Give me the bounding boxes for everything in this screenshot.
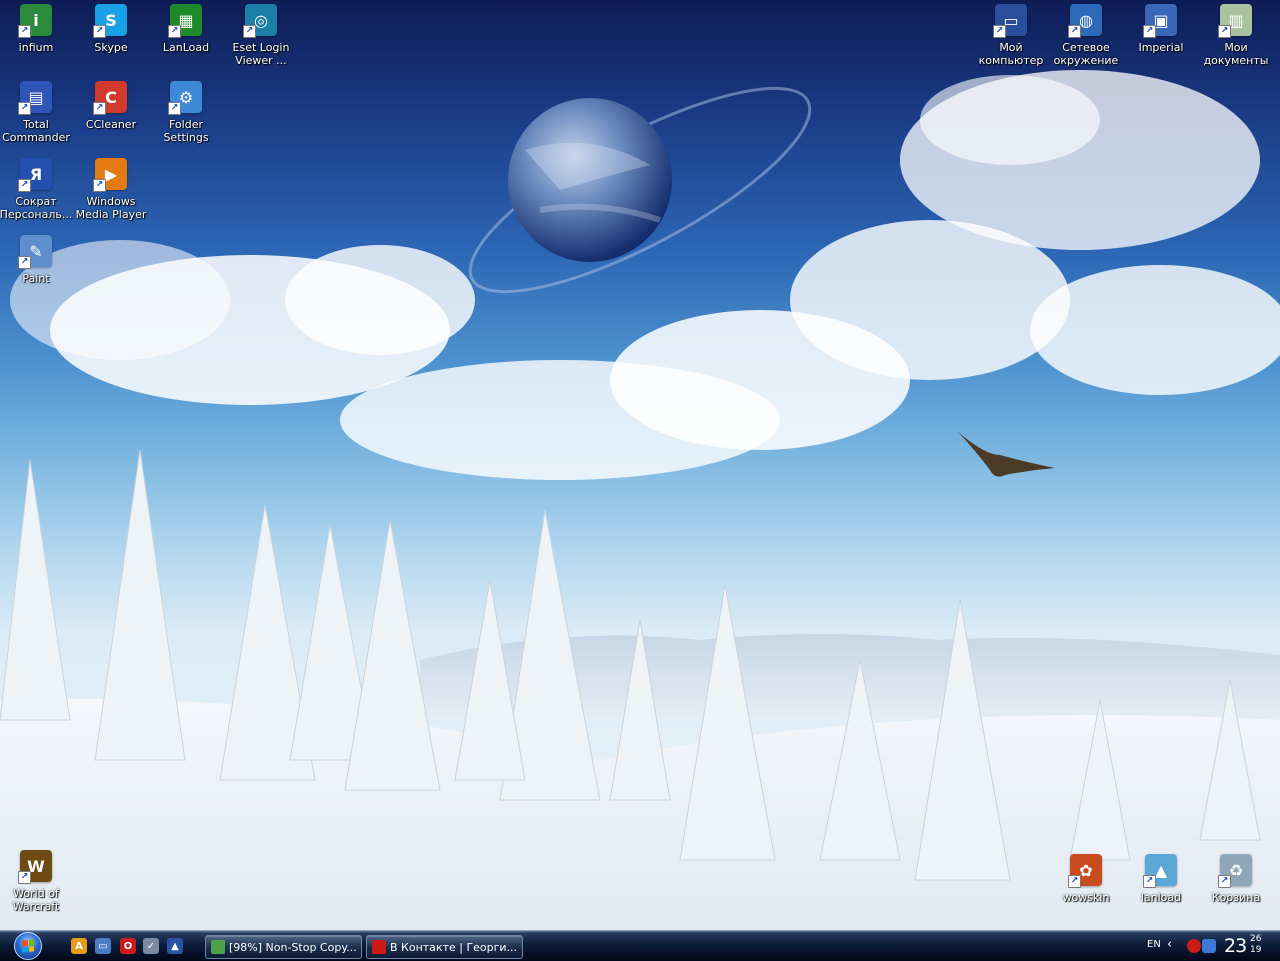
shortcut-arrow-icon: ↗ [1068, 25, 1081, 38]
desktop-icon-label: Total Commander [2, 118, 70, 144]
skype-shortcut[interactable]: S ↗ Skype [73, 2, 149, 74]
desktop-icon-label: CCleaner [85, 118, 137, 131]
desktop-icon-label: lanload [1140, 891, 1182, 904]
my-computer-shortcut[interactable]: ▭ ↗ Мой компьютер [973, 2, 1049, 74]
eagle [958, 432, 1055, 477]
clock[interactable]: 23 26 19 [1224, 933, 1261, 959]
shortcut-arrow-icon: ↗ [168, 25, 181, 38]
shortcut-arrow-icon: ↗ [993, 25, 1006, 38]
wowskin-icon: ✿ ↗ [1068, 854, 1102, 888]
shortcut-arrow-icon: ↗ [93, 179, 106, 192]
network-shortcut[interactable]: ◍ ↗ Сетевое окружение [1048, 2, 1124, 74]
tools-icon[interactable]: ✓ [143, 938, 159, 954]
eset-icon: ◎ ↗ [243, 4, 277, 38]
lanload-image-icon: ▲ ↗ [1143, 854, 1177, 888]
desktop-icon-label: World of Warcraft [12, 887, 60, 913]
desktop-icon-label: Мой компьютер [978, 41, 1044, 67]
folder-settings-icon: ⚙ ↗ [168, 81, 202, 115]
shortcut-arrow-icon: ↗ [93, 102, 106, 115]
wowskin-shortcut[interactable]: ✿ ↗ wowskin [1048, 852, 1124, 924]
shortcut-arrow-icon: ↗ [18, 102, 31, 115]
clock-second: 19 [1250, 945, 1262, 955]
task-label: В Контакте | Георги... [390, 940, 518, 954]
windows-media-player-shortcut[interactable]: ▶ ↗ Windows Media Player [73, 156, 149, 228]
desktop-icon-label: Корзина [1211, 891, 1261, 904]
avast-icon[interactable]: A [71, 938, 87, 954]
shortcut-arrow-icon: ↗ [18, 25, 31, 38]
recycle-bin-icon: ♻ ↗ [1218, 854, 1252, 888]
clock-hour: 23 [1224, 935, 1247, 957]
shortcut-arrow-icon: ↗ [93, 25, 106, 38]
desktop-icon-label: Сократ Персональ... [0, 195, 73, 221]
shortcut-arrow-icon: ↗ [18, 179, 31, 192]
shortcut-arrow-icon: ↗ [1143, 25, 1156, 38]
infium-shortcut[interactable]: i ↗ infium [0, 2, 74, 74]
my-documents-icon: ▥ ↗ [1218, 4, 1252, 38]
task-vkontakte[interactable]: В Контакте | Георги... [366, 935, 523, 959]
desktop-icon-label: Windows Media Player [75, 195, 147, 221]
desktop-icon-label: Eset Login Viewer ... [232, 41, 290, 67]
lanload-icon: ▦ ↗ [168, 4, 202, 38]
my-documents-shortcut[interactable]: ▥ ↗ Мои документы [1198, 2, 1274, 74]
imperial-icon: ▣ ↗ [1143, 4, 1177, 38]
network-tray-icon[interactable] [1202, 939, 1216, 953]
ccleaner-shortcut[interactable]: C ↗ CCleaner [73, 79, 149, 151]
app-icon[interactable]: ▲ [167, 938, 183, 954]
opera-icon[interactable]: O [120, 938, 136, 954]
system-tray: EN ‹ 23 26 19 [1140, 931, 1280, 961]
show-desktop-icon[interactable]: ▭ [95, 938, 111, 954]
task-label: [98%] Non-Stop Copy... [229, 940, 357, 954]
shortcut-arrow-icon: ↗ [18, 256, 31, 269]
lanload-image-shortcut[interactable]: ▲ ↗ lanload [1123, 852, 1199, 924]
shortcut-arrow-icon: ↗ [243, 25, 256, 38]
shortcut-arrow-icon: ↗ [1218, 25, 1231, 38]
skype-icon: S ↗ [93, 4, 127, 38]
recycle-bin-shortcut[interactable]: ♻ ↗ Корзина [1198, 852, 1274, 924]
paint-shortcut[interactable]: ✎ ↗ Paint [0, 233, 74, 305]
shortcut-arrow-icon: ↗ [1218, 875, 1231, 888]
shortcut-arrow-icon: ↗ [1068, 875, 1081, 888]
total-commander-icon: ▤ ↗ [18, 81, 52, 115]
clock-minute: 26 [1250, 934, 1262, 944]
desktop-icon-label: Imperial [1138, 41, 1184, 54]
lanload-shortcut[interactable]: ▦ ↗ LanLoad [148, 2, 224, 74]
desktop-icon-label: Skype [94, 41, 128, 54]
task-nonstop-copy[interactable]: [98%] Non-Stop Copy... [205, 935, 362, 959]
tray-expand-icon[interactable]: ‹ [1167, 937, 1172, 952]
sokrat-icon: Я ↗ [18, 158, 52, 192]
task-app-icon [211, 940, 225, 954]
total-commander-shortcut[interactable]: ▤ ↗ Total Commander [0, 79, 74, 151]
start-button[interactable] [10, 932, 46, 960]
sokrat-shortcut[interactable]: Я ↗ Сократ Персональ... [0, 156, 74, 228]
desktop-icon-label: wowskin [1062, 891, 1110, 904]
windows-media-player-icon: ▶ ↗ [93, 158, 127, 192]
desktop-icon-label: Мои документы [1203, 41, 1269, 67]
planet [468, 86, 812, 294]
desktop-icon-label: Сетевое окружение [1053, 41, 1119, 67]
network-icon: ◍ ↗ [1068, 4, 1102, 38]
task-app-icon [372, 940, 386, 954]
imperial-shortcut[interactable]: ▣ ↗ Imperial [1123, 2, 1199, 74]
desktop-icon-label: infium [18, 41, 54, 54]
shortcut-arrow-icon: ↗ [168, 102, 181, 115]
taskbar: A ▭ O ✓ ▲ [98%] Non-Stop Copy... В Контакте |… [0, 930, 1280, 961]
desktop-icon-label: LanLoad [162, 41, 210, 54]
ccleaner-icon: C ↗ [93, 81, 127, 115]
shortcut-arrow-icon: ↗ [1143, 875, 1156, 888]
my-computer-icon: ▭ ↗ [993, 4, 1027, 38]
paint-icon: ✎ ↗ [18, 235, 52, 269]
desktop-icon-label: Folder Settings [163, 118, 209, 144]
infium-icon: i ↗ [18, 4, 52, 38]
world-of-warcraft-icon: W ↗ [18, 850, 52, 884]
windows-logo-icon [14, 932, 42, 960]
shortcut-arrow-icon: ↗ [18, 871, 31, 884]
opera-tray-icon[interactable] [1187, 939, 1201, 953]
language-indicator[interactable]: EN [1147, 939, 1161, 950]
world-of-warcraft-shortcut[interactable]: W ↗ World of Warcraft [0, 848, 74, 920]
eset-shortcut[interactable]: ◎ ↗ Eset Login Viewer ... [223, 2, 299, 74]
desktop-icon-label: Paint [22, 272, 50, 285]
folder-settings-shortcut[interactable]: ⚙ ↗ Folder Settings [148, 79, 224, 151]
